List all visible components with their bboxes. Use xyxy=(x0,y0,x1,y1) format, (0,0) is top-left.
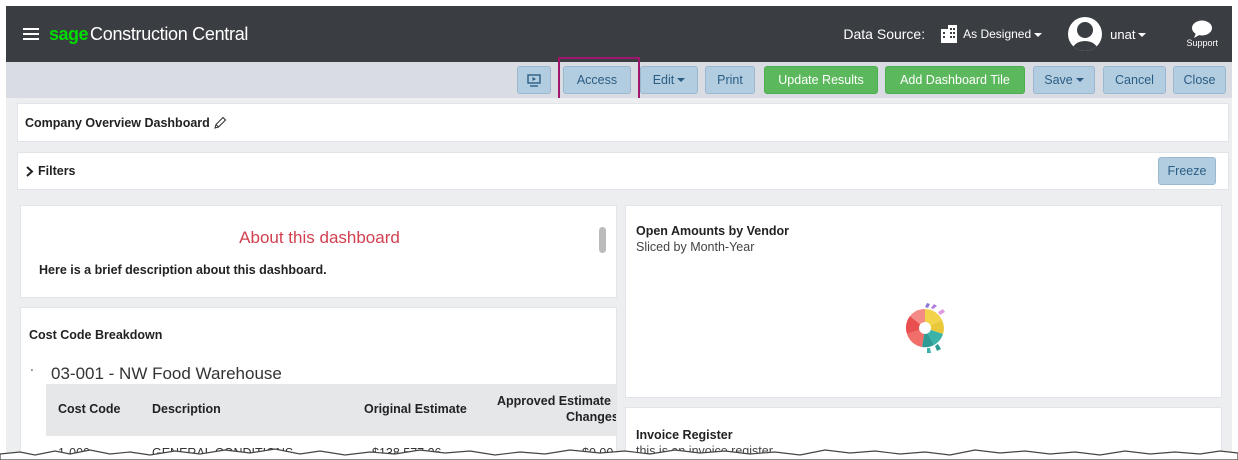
support-label: Support xyxy=(1186,38,1218,48)
support-button[interactable]: Support xyxy=(1186,20,1218,48)
cancel-button[interactable]: Cancel xyxy=(1103,66,1166,94)
close-button[interactable]: Close xyxy=(1173,66,1226,94)
filters-label: Filters xyxy=(38,164,76,178)
chevron-down-icon xyxy=(1138,33,1147,38)
sunburst-chart[interactable] xyxy=(900,303,950,353)
presentation-icon xyxy=(527,73,541,87)
chevron-down-icon xyxy=(1034,32,1043,37)
brand-prefix: sage xyxy=(49,23,89,44)
user-name: unat xyxy=(1110,26,1136,42)
chat-bubble-icon xyxy=(1192,20,1213,38)
edit-dropdown[interactable]: Edit xyxy=(640,66,698,94)
page-title: Company Overview Dashboard xyxy=(25,115,210,130)
vendor-tile-subtitle: Sliced by Month-Year xyxy=(636,240,755,254)
building-icon xyxy=(941,25,958,43)
column-header[interactable]: Approved Estimate xyxy=(497,394,611,408)
update-results-button[interactable]: Update Results xyxy=(764,66,878,94)
data-source-label: Data Source: xyxy=(843,26,926,42)
cost-code-tile: Cost Code Breakdown ' 03-001 - NW Food W… xyxy=(20,307,617,460)
about-tile: About this dashboard Here is a brief des… xyxy=(20,205,617,298)
column-header[interactable]: Original Estimate xyxy=(364,402,467,416)
save-label: Save xyxy=(1044,73,1073,87)
cost-code-title: Cost Code Breakdown xyxy=(29,328,163,342)
bullet: ' xyxy=(31,368,33,379)
print-button[interactable]: Print xyxy=(705,66,755,94)
column-header[interactable]: Changes xyxy=(566,410,616,424)
data-source-value: As Designed xyxy=(963,27,1032,41)
dashboard-title-bar: Company Overview Dashboard xyxy=(17,103,1229,142)
freeze-button[interactable]: Freeze xyxy=(1158,157,1216,185)
menu-icon[interactable] xyxy=(23,25,39,43)
vendor-tile-title: Open Amounts by Vendor xyxy=(636,224,790,238)
scrollbar-thumb[interactable] xyxy=(599,227,606,253)
about-title: About this dashboard xyxy=(239,228,400,247)
top-navbar: sage Construction Central Data Source: A… xyxy=(6,6,1232,62)
column-header[interactable]: Description xyxy=(152,402,221,416)
pencil-icon[interactable] xyxy=(213,116,227,130)
avatar[interactable] xyxy=(1068,17,1103,51)
about-description: Here is a brief description about this d… xyxy=(39,263,327,277)
data-source-dropdown[interactable]: As Designed xyxy=(963,27,1043,41)
save-dropdown[interactable]: Save xyxy=(1033,66,1095,94)
table-header: Cost Code Description Original Estimate … xyxy=(46,384,616,436)
chevron-down-icon xyxy=(1075,78,1084,82)
user-silhouette-icon xyxy=(1072,22,1099,51)
brand-name: Construction Central xyxy=(90,23,249,44)
edit-label: Edit xyxy=(652,73,675,87)
open-amounts-tile: Open Amounts by Vendor Sliced by Month-Y… xyxy=(625,205,1222,398)
job-name: 03-001 - NW Food Warehouse xyxy=(51,364,282,383)
add-dashboard-tile-button[interactable]: Add Dashboard Tile xyxy=(885,66,1025,94)
app-logo[interactable]: sage Construction Central xyxy=(49,24,248,45)
filters-bar[interactable]: Filters xyxy=(17,152,1229,190)
column-header[interactable]: Cost Code xyxy=(58,402,121,416)
torn-edge xyxy=(0,448,1238,460)
chevron-down-icon xyxy=(677,78,686,82)
chevron-right-icon xyxy=(26,165,34,177)
access-highlight-box xyxy=(558,57,640,102)
user-menu[interactable]: unat xyxy=(1110,26,1147,42)
present-button[interactable] xyxy=(517,66,551,94)
